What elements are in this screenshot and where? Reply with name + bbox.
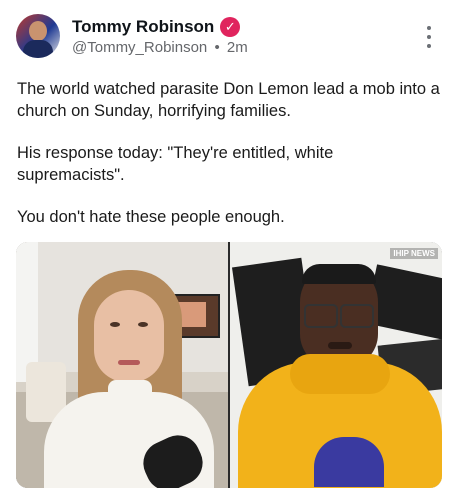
post-paragraph-2: His response today: "They're entitled, w… [17,144,334,184]
avatar-head [29,21,47,41]
avatar-shirt [23,40,53,58]
social-post: Tommy Robinson ✓ @Tommy_Robinson • 2m Th… [0,0,459,500]
author-handle[interactable]: @Tommy_Robinson [72,39,207,56]
post-media-video[interactable]: IHIP NEWS [16,242,442,488]
more-options-icon[interactable] [420,26,438,48]
post-paragraph-3: You don't hate these people enough. [17,208,285,226]
author-avatar[interactable] [16,14,60,58]
author-meta: @Tommy_Robinson • 2m [72,39,248,56]
media-watermark: IHIP NEWS [390,248,438,259]
post-time[interactable]: 2m [227,39,248,56]
video-call-left-pane [16,242,228,488]
video-call-right-pane: IHIP NEWS [230,242,442,488]
meta-separator: • [214,39,220,56]
author-name-row: Tommy Robinson ✓ [72,17,241,37]
verified-badge-icon: ✓ [220,17,241,37]
post-text: The world watched parasite Don Lemon lea… [17,78,442,248]
post-paragraph-1: The world watched parasite Don Lemon lea… [17,80,440,120]
author-name[interactable]: Tommy Robinson [72,17,214,37]
